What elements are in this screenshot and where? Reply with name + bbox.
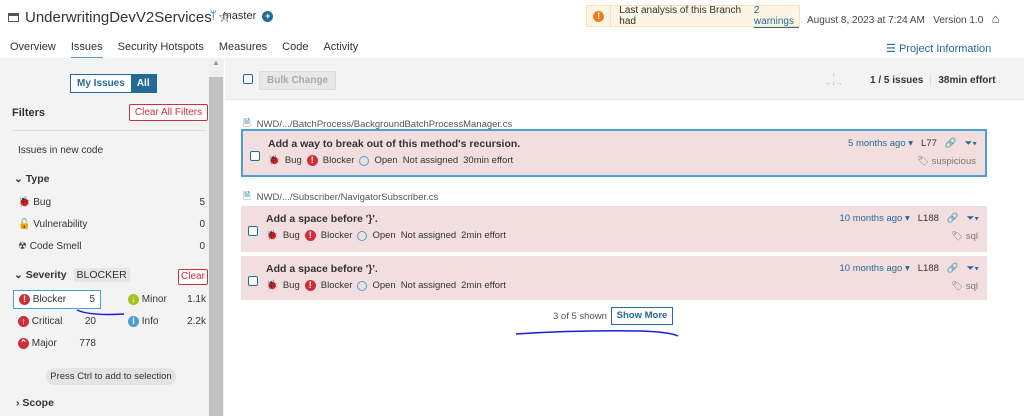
annotation-underline-show-more [515,330,679,337]
annotation-underline-blocker [76,309,125,316]
pen-annotations [76,309,679,337]
